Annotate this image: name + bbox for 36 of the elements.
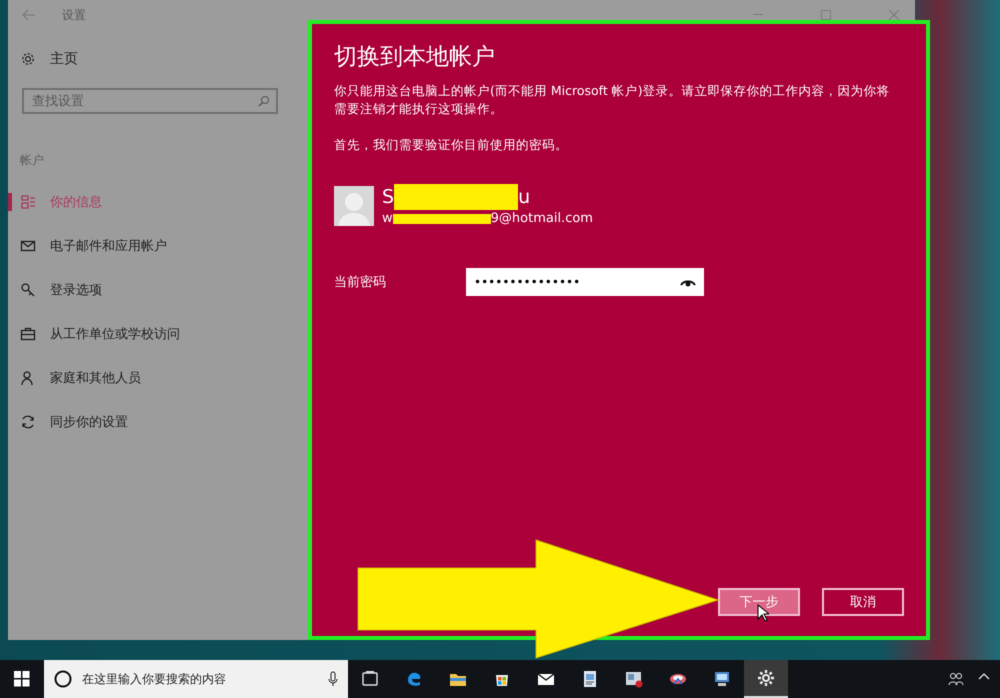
- contact-card-icon: [20, 194, 36, 210]
- sidebar-item[interactable]: 从工作单位或学校访问: [8, 312, 310, 356]
- section-heading: 帐户: [20, 152, 45, 169]
- password-label: 当前密码: [334, 274, 387, 291]
- chevron-up-icon[interactable]: [978, 672, 990, 680]
- window-title: 设置: [62, 6, 86, 24]
- next-button[interactable]: 下一步: [718, 588, 800, 616]
- taskbar-search-field[interactable]: 在这里输入你要搜索的内容: [44, 660, 348, 698]
- settings-icon[interactable]: [20, 51, 36, 67]
- cancel-button[interactable]: 取消: [822, 588, 904, 616]
- password-field[interactable]: •••••••••••••••: [466, 268, 704, 296]
- sync-icon: [20, 414, 36, 430]
- account-email: 9@hotmail.com: [490, 210, 593, 228]
- settings-icon[interactable]: [756, 668, 776, 688]
- account-email: w: [382, 210, 393, 228]
- search-icon[interactable]: [258, 95, 270, 107]
- sidebar-item[interactable]: 同步你的设置: [8, 400, 310, 444]
- account-name: S: [382, 186, 394, 208]
- home-link[interactable]: 主页: [50, 50, 78, 68]
- envelope-icon: [20, 238, 36, 254]
- monitor-icon[interactable]: [712, 669, 732, 689]
- search-field[interactable]: 查找设置: [22, 88, 278, 114]
- sidebar-item[interactable]: 电子邮件和应用帐户: [8, 224, 310, 268]
- people-icon[interactable]: [948, 672, 964, 686]
- account-name: u: [518, 186, 530, 208]
- dialog-text: 你只能用这台电脑上的帐户(而不能用 Microsoft 帐户)登录。请立即保存你的工作内容，因为你将需要注销才能执行这项操作。: [334, 82, 891, 118]
- microphone-icon[interactable]: [328, 671, 338, 687]
- windows-logo-icon[interactable]: [14, 671, 30, 687]
- sidebar-item[interactable]: 登录选项: [8, 268, 310, 312]
- key-icon: [20, 282, 36, 298]
- dialog-title: 切换到本地帐户: [334, 43, 496, 72]
- dialog-text: 首先，我们需要验证你目前使用的密码。: [334, 136, 569, 154]
- briefcase-icon: [20, 326, 36, 342]
- avatar-icon: [334, 186, 374, 226]
- cortana-icon[interactable]: [54, 670, 72, 688]
- sidebar-item[interactable]: 家庭和其他人员: [8, 356, 310, 400]
